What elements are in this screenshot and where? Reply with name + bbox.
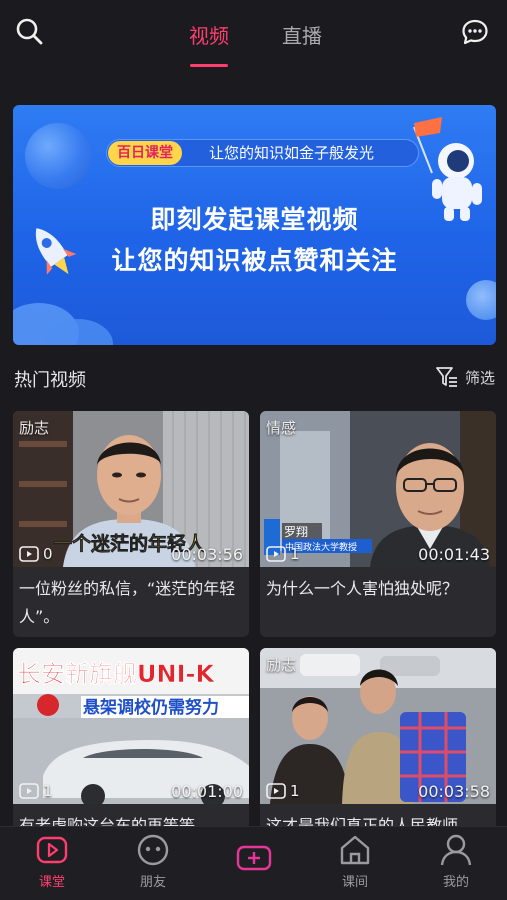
person-icon (440, 834, 472, 866)
tab-live[interactable]: 直播 (282, 20, 322, 52)
view-count-value: 1 (43, 782, 53, 800)
top-bar: 视频 直播 (0, 0, 507, 80)
video-card[interactable]: 罗翔 中国政法大学教授 情感 1 00:01:43 为什么一个人害怕独处呢？ (260, 411, 496, 637)
video-thumbnail: 罗翔 中国政法大学教授 情感 1 00:01:43 (260, 411, 496, 567)
banner-subheadline: 让您的知识被点赞和关注 (111, 246, 398, 275)
planet-decoration (466, 280, 496, 320)
filter-label: 筛选 (464, 368, 495, 387)
filter-icon (436, 367, 457, 387)
view-count: 0 (19, 545, 53, 563)
view-count: 1 (19, 782, 53, 800)
nav-label: 课间 (341, 875, 368, 890)
face-icon (137, 834, 169, 866)
play-count-icon (266, 783, 286, 799)
promo-banner[interactable]: 百日课堂 让您的知识如金子般发光 即刻发起课堂视频 让您的知识被点赞和关注 (13, 105, 496, 345)
section-title: 热门视频 (14, 370, 86, 391)
video-duration: 00:01:00 (171, 782, 243, 801)
video-duration: 00:03:56 (171, 545, 243, 564)
bottom-navigation: 课堂 朋友 课间 我的 (0, 826, 507, 900)
filter-button[interactable]: 筛选 (435, 364, 495, 390)
nav-item-friends[interactable]: 朋友 (113, 833, 193, 897)
video-card[interactable]: 励志 1 00:03:58 这才是我们真正的人民教师 (260, 648, 496, 848)
plus-box-icon (236, 845, 272, 871)
play-square-icon (36, 836, 68, 864)
video-overlay-name: 罗翔 (284, 525, 308, 539)
active-tab-indicator (190, 64, 228, 67)
video-thumbnail: 一个迷茫的年轻人 励志 0 00:03:56 (13, 411, 249, 567)
home-icon (340, 835, 370, 865)
nav-label: 课堂 (38, 875, 65, 890)
video-card[interactable]: 一个迷茫的年轻人 励志 0 00:03:56 一位粉丝的私信，“迷茫的年轻人”。 (13, 411, 249, 637)
message-icon[interactable] (461, 18, 489, 46)
nav-label: 朋友 (139, 875, 166, 890)
video-category: 励志 (266, 656, 297, 674)
nav-item-create[interactable] (214, 833, 294, 897)
video-overlay-headline: 长安新旗舰UNI-K (17, 660, 215, 688)
video-thumbnail: 长安新旗舰UNI-K 悬架调校仍需努力 1 00:01:00 (13, 648, 249, 804)
video-overlay-subhead: 悬架调校仍需努力 (83, 697, 219, 718)
banner-headline: 即刻发起课堂视频 (150, 205, 359, 234)
nav-item-classroom[interactable]: 课堂 (12, 833, 92, 897)
banner-slogan: 让您的知识如金子般发光 (209, 144, 375, 162)
view-count: 1 (266, 782, 300, 800)
play-count-icon (19, 546, 39, 562)
video-title: 为什么一个人害怕独处呢？ (266, 579, 459, 598)
play-count-icon (19, 783, 39, 799)
play-count-icon (266, 546, 286, 562)
tab-video[interactable]: 视频 (189, 20, 229, 52)
banner-tag: 百日课堂 (108, 141, 182, 165)
banner-slogan-pill: 百日课堂 让您的知识如金子般发光 (106, 139, 419, 167)
video-duration: 00:01:43 (418, 545, 490, 564)
video-thumbnail: 励志 1 00:03:58 (260, 648, 496, 804)
video-card[interactable]: 长安新旗舰UNI-K 悬架调校仍需努力 1 00:01:00 有老虎购这台车的再… (13, 648, 249, 848)
planet-decoration (25, 123, 91, 189)
video-duration: 00:03:58 (418, 782, 490, 801)
video-frame: 长安新旗舰UNI-K 悬架调校仍需努力 (13, 648, 249, 804)
view-count-value: 0 (43, 545, 53, 563)
top-tabs: 视频 直播 (0, 20, 507, 70)
nav-item-me[interactable]: 我的 (416, 833, 496, 897)
nav-item-break[interactable]: 课间 (315, 833, 395, 897)
view-count-value: 1 (290, 545, 300, 563)
view-count: 1 (266, 545, 300, 563)
nav-label: 我的 (442, 875, 469, 890)
video-category: 励志 (19, 419, 50, 437)
view-count-value: 1 (290, 782, 300, 800)
video-category: 情感 (266, 419, 297, 437)
video-title: 一位粉丝的私信，“迷茫的年轻人”。 (19, 579, 236, 626)
